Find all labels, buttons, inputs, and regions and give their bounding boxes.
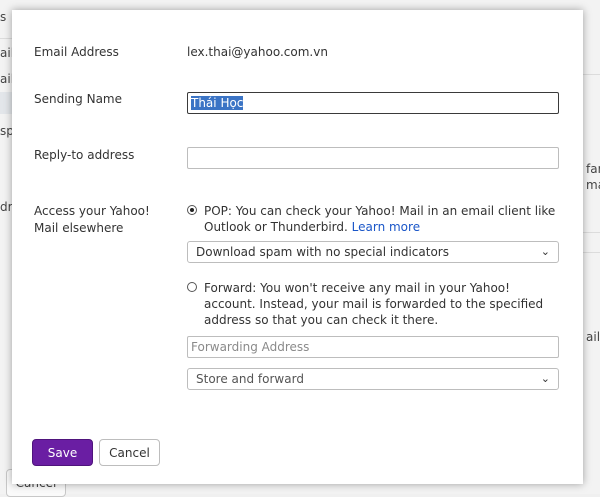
pop-option[interactable]: POP: You can check your Yahoo! Mail in a… (187, 203, 559, 237)
spam-handling-dropdown[interactable]: Download spam with no special indicators… (187, 241, 559, 263)
save-button[interactable]: Save (32, 439, 93, 466)
bg-text-fragment: ails. (586, 330, 600, 344)
spam-dropdown-value: Download spam with no special indicators (196, 245, 449, 259)
chevron-down-icon: ⌄ (540, 372, 550, 385)
forward-mode-dropdown[interactable]: Store and forward ⌄ (187, 368, 559, 390)
reply-to-input[interactable] (187, 147, 559, 169)
bg-text-fragment: fam (586, 162, 600, 176)
sending-name-input[interactable]: Thái Học (187, 92, 559, 114)
email-address-value: lex.thai@yahoo.com.vn (187, 45, 328, 59)
pop-radio[interactable] (187, 205, 197, 215)
bg-text-fragment: s (0, 10, 7, 24)
forward-dropdown-value: Store and forward (196, 372, 304, 386)
bg-text-fragment: mai (586, 178, 600, 192)
learn-more-link[interactable]: Learn more (352, 220, 420, 234)
sending-name-label: Sending Name (34, 92, 122, 106)
access-label-line2: Mail elsewhere (34, 221, 124, 235)
forward-option[interactable]: Forward: You won't receive any mail in y… (187, 280, 559, 330)
account-settings-dialog: Email Address lex.thai@yahoo.com.vn Send… (12, 10, 583, 484)
bg-divider (0, 38, 12, 39)
access-label-line1: Access your Yahoo! (34, 204, 150, 218)
bg-highlight (0, 92, 12, 114)
forwarding-address-input[interactable]: Forwarding Address (187, 336, 559, 358)
forward-radio[interactable] (187, 282, 197, 292)
email-address-label: Email Address (34, 45, 119, 59)
reply-to-label: Reply-to address (34, 148, 135, 162)
access-elsewhere-label: Access your Yahoo! Mail elsewhere (34, 203, 150, 237)
cancel-button[interactable]: Cancel (99, 439, 160, 466)
bg-divider (583, 232, 600, 233)
chevron-down-icon: ⌄ (540, 245, 550, 258)
forwarding-address-placeholder: Forwarding Address (191, 340, 310, 354)
pop-option-text: POP: You can check your Yahoo! Mail in a… (204, 204, 556, 234)
forward-option-text: Forward: You won't receive any mail in y… (204, 281, 544, 327)
bg-divider (583, 74, 600, 75)
bg-divider (583, 252, 600, 253)
